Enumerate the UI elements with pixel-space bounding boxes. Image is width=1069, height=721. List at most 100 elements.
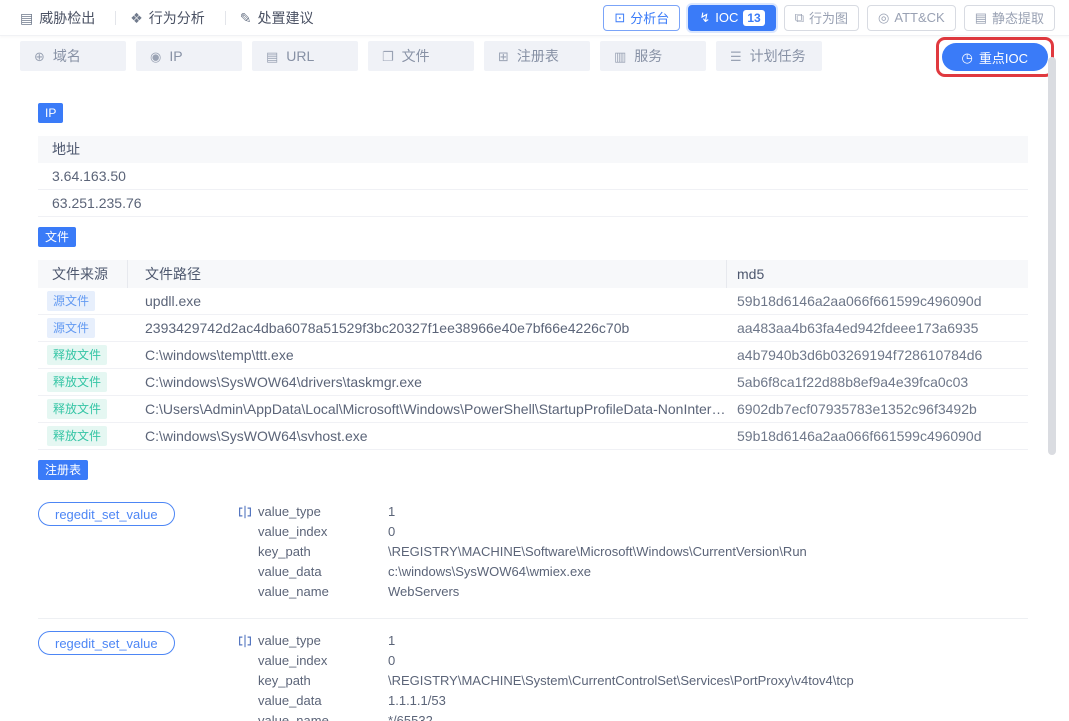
file-table: 文件来源 文件路径 md5 源文件 updll.exe 59b18d6146a2… — [38, 260, 1028, 450]
toolbar-nav-label: 处置建议 — [258, 8, 314, 28]
registry-action-button[interactable]: regedit_set_value — [38, 502, 175, 526]
registry-field: value_data c:\windows\SysWOW64\wmiex.exe — [258, 562, 1028, 582]
console-icon: ⊡ — [614, 11, 625, 24]
file-section-badge: 文件 — [38, 227, 76, 247]
file-section: 文件 文件来源 文件路径 md5 源文件 updll.exe 59b18d614… — [38, 227, 1028, 450]
file-md5: 59b18d6146a2aa066f661599c496090d — [727, 293, 1028, 309]
toolbar-nav-item[interactable]: ▤ 威胁检出 — [20, 8, 130, 28]
vertical-scrollbar-thumb[interactable] — [1048, 57, 1056, 455]
toolbar-left-nav: ▤ 威胁检出 ❖ 行为分析 ✎ 处置建议 — [20, 8, 314, 28]
registry-field: key_path \REGISTRY\MACHINE\System\Curren… — [258, 671, 1028, 691]
registry-field-value: 1 — [388, 502, 1028, 522]
registry-section-badge: 注册表 — [38, 460, 88, 480]
file-source-tag: 释放文件 — [47, 345, 107, 365]
filter-tab-label: IP — [169, 48, 182, 64]
col-header-source: 文件来源 — [38, 260, 128, 288]
registry-field-value: WebServers — [388, 582, 1028, 602]
ip-section: IP 地址 3.64.163.50 63.251.235.76 — [38, 103, 1028, 217]
filter-tab-label: 服务 — [634, 46, 662, 66]
registry-field-value: \REGISTRY\MACHINE\Software\Microsoft\Win… — [388, 542, 1028, 562]
file-table-row: 释放文件 C:\windows\temp\ttt.exe a4b7940b3d6… — [38, 342, 1028, 369]
ip-table-header: 地址 — [38, 136, 1028, 163]
filter-tab[interactable]: ☰ 计划任务 — [716, 41, 822, 71]
file-table-row: 释放文件 C:\windows\SysWOW64\drivers\taskmgr… — [38, 369, 1028, 396]
domain-icon: ⊕ — [34, 50, 45, 63]
toolbar-button[interactable]: ⊡ 分析台 — [603, 5, 680, 31]
filter-tab[interactable]: ⊞ 注册表 — [484, 41, 590, 71]
toolbar-button[interactable]: ↯ IOC 13 — [688, 5, 775, 31]
toolbar-nav-item[interactable]: ✎ 处置建议 — [240, 8, 314, 28]
registry-field-value: \REGISTRY\MACHINE\System\CurrentControlS… — [388, 671, 1028, 691]
registry-field: value_data 1.1.1.1/53 — [258, 691, 1028, 711]
toolbar-nav-label: 行为分析 — [149, 8, 205, 28]
file-source-tag: 释放文件 — [47, 426, 107, 446]
toolbar-right-buttons: ⊡ 分析台 ↯ IOC 13 ⧉ 行为图 ◎ ATT&CK — [603, 5, 1055, 31]
toolbar-nav-item[interactable]: ❖ 行为分析 — [130, 8, 240, 28]
file-md5: 6902db7ecf07935783e1352c96f3492b — [727, 401, 1028, 417]
filter-tab-label: 计划任务 — [750, 46, 806, 66]
key-ioc-button[interactable]: ◷ 重点IOC — [942, 43, 1048, 71]
file-source-tag: 源文件 — [47, 291, 95, 311]
registry-field: key_path \REGISTRY\MACHINE\Software\Micr… — [258, 542, 1028, 562]
toolbar-button[interactable]: ▤ 静态提取 — [964, 5, 1055, 31]
threat-report-icon: ▤ — [20, 11, 33, 25]
file-md5: a4b7940b3d6b03269194f728610784d6 — [727, 347, 1028, 363]
filter-tab[interactable]: ▥ 服务 — [600, 41, 706, 71]
file-icon: ❐ — [382, 50, 394, 63]
registry-field-key: value_type — [258, 631, 388, 651]
ioc-content: IP 地址 3.64.163.50 63.251.235.76 文件 文件来源 … — [38, 103, 1028, 721]
registry-icon: ⊞ — [498, 50, 509, 63]
file-path: C:\windows\SysWOW64\drivers\taskmgr.exe — [128, 374, 727, 390]
registry-field-key: key_path — [258, 671, 388, 691]
clock-icon: ◷ — [962, 51, 973, 64]
filter-tab[interactable]: ⊕ 域名 — [20, 41, 126, 71]
registry-entry: regedit_set_value value_type — [38, 480, 1028, 619]
file-source-tag: 源文件 — [47, 318, 95, 338]
filter-tab[interactable]: ❐ 文件 — [368, 41, 474, 71]
ip-icon: ◉ — [150, 50, 161, 63]
registry-field-key: value_name — [258, 582, 388, 602]
file-table-header: 文件来源 文件路径 md5 — [38, 260, 1028, 288]
behavior-analysis-icon: ❖ — [130, 11, 143, 25]
toolbar-button[interactable]: ◎ ATT&CK — [867, 5, 956, 31]
task-icon: ☰ — [730, 50, 742, 63]
ioc-icon: ↯ — [699, 11, 710, 24]
filter-tab[interactable]: ▤ URL — [252, 41, 358, 71]
registry-field-key: value_data — [258, 691, 388, 711]
url-icon: ▤ — [266, 50, 278, 63]
file-path: C:\windows\SysWOW64\svhost.exe — [128, 428, 727, 444]
registry-field-key: value_data — [258, 562, 388, 582]
static-extract-icon: ▤ — [975, 11, 987, 24]
file-path: C:\windows\temp\ttt.exe — [128, 347, 727, 363]
file-source-tag: 释放文件 — [47, 372, 107, 392]
attck-icon: ◎ — [878, 11, 889, 24]
filter-tab-label: URL — [286, 48, 314, 64]
file-path: 2393429742d2ac4dba6078a51529f3bc20327f1e… — [128, 320, 727, 336]
annotation-highlight-box: ◷ 重点IOC — [936, 37, 1054, 77]
registry-field: value_index 0 — [258, 651, 1028, 671]
registry-field-key: value_name — [258, 711, 388, 721]
file-md5: 5ab6f8ca1f22d88b8ef9a4e39fca0c03 — [727, 374, 1028, 390]
key-ioc-label: 重点IOC — [979, 48, 1028, 67]
ioc-count-badge: 13 — [743, 10, 764, 26]
toolbar-nav-label: 威胁检出 — [39, 8, 95, 28]
toolbar-button[interactable]: ⧉ 行为图 — [784, 5, 859, 31]
file-table-row: 源文件 2393429742d2ac4dba6078a51529f3bc2032… — [38, 315, 1028, 342]
registry-entries: regedit_set_value value_type — [38, 480, 1028, 721]
registry-field-value: 1 — [388, 631, 1028, 651]
file-table-row: 源文件 updll.exe 59b18d6146a2aa066f661599c4… — [38, 288, 1028, 315]
toolbar-button-label: 静态提取 — [992, 8, 1044, 27]
toolbar-button-label: 分析台 — [630, 8, 669, 27]
registry-action-button[interactable]: regedit_set_value — [38, 631, 175, 655]
registry-field-value: */65532 — [388, 711, 1028, 721]
col-header-md5: md5 — [727, 260, 1028, 288]
filter-tab[interactable]: ◉ IP — [136, 41, 242, 71]
registry-entry: regedit_set_value value_type — [38, 619, 1028, 721]
filter-tab-label: 文件 — [402, 46, 430, 66]
file-table-body: 源文件 updll.exe 59b18d6146a2aa066f661599c4… — [38, 288, 1028, 450]
registry-field: value_type 1 — [258, 631, 1028, 651]
file-source-tag: 释放文件 — [47, 399, 107, 419]
file-table-row: 释放文件 C:\windows\SysWOW64\svhost.exe 59b1… — [38, 423, 1028, 450]
top-toolbar: ▤ 威胁检出 ❖ 行为分析 ✎ 处置建议 ⊡ 分析台 ↯ IOC — [0, 0, 1069, 36]
toolbar-button-label: ATT&CK — [894, 10, 944, 25]
